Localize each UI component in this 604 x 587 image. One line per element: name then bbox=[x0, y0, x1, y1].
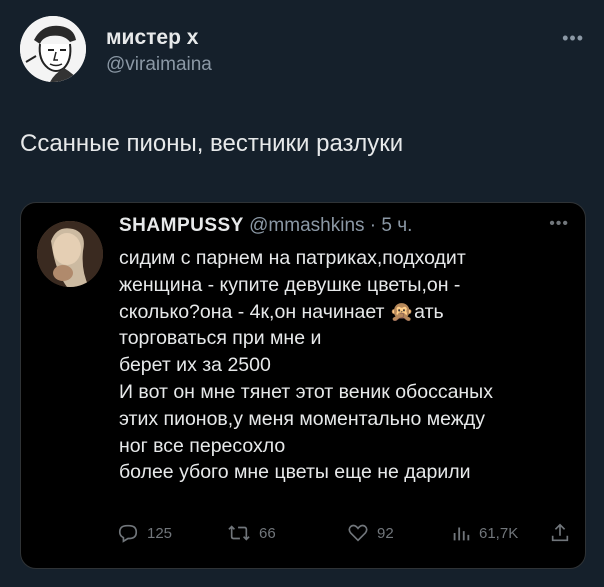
cartoon-avatar-icon bbox=[20, 16, 86, 82]
tweet-text: Ссанные пионы, вестники разлуки bbox=[20, 130, 404, 157]
reply-icon bbox=[118, 524, 138, 543]
author-name[interactable]: мистер х bbox=[106, 26, 198, 50]
tweet-header: мистер х @viraimaina ••• bbox=[20, 14, 584, 86]
reply-count: 125 bbox=[147, 524, 173, 542]
quoted-avatar[interactable] bbox=[37, 221, 103, 287]
action-bar: 125 66 92 61,7K bbox=[117, 519, 571, 547]
quoted-header: SHAMPUSSY @mmashkins · 5 ч. bbox=[119, 215, 412, 237]
views-button[interactable]: 61,7K bbox=[451, 519, 518, 547]
retweet-count: 66 bbox=[259, 524, 276, 542]
reply-button[interactable]: 125 bbox=[117, 519, 172, 547]
quoted-time[interactable]: · 5 ч. bbox=[370, 215, 413, 236]
quoted-author-handle[interactable]: @mmashkins bbox=[249, 215, 364, 236]
more-icon[interactable]: ••• bbox=[562, 28, 584, 49]
heart-icon bbox=[348, 524, 368, 542]
like-count: 92 bbox=[377, 524, 394, 542]
avatar[interactable] bbox=[20, 16, 86, 82]
author-handle[interactable]: @viraimaina bbox=[106, 54, 212, 76]
quoted-author-name[interactable]: SHAMPUSSY bbox=[119, 215, 244, 236]
photo-avatar-icon bbox=[37, 221, 103, 287]
quoted-more-icon[interactable]: ••• bbox=[549, 215, 569, 233]
like-button[interactable]: 92 bbox=[347, 519, 394, 547]
retweet-button[interactable]: 66 bbox=[227, 519, 276, 547]
views-chart-icon bbox=[453, 527, 470, 541]
retweet-icon bbox=[228, 525, 250, 541]
quoted-tweet[interactable]: SHAMPUSSY @mmashkins · 5 ч. ••• сидим с … bbox=[20, 202, 586, 569]
share-icon bbox=[551, 523, 569, 542]
views-count: 61,7K bbox=[479, 524, 519, 542]
quoted-text: сидим с парнем на патриках,подходит женщ… bbox=[119, 247, 493, 484]
share-button[interactable] bbox=[549, 519, 571, 547]
